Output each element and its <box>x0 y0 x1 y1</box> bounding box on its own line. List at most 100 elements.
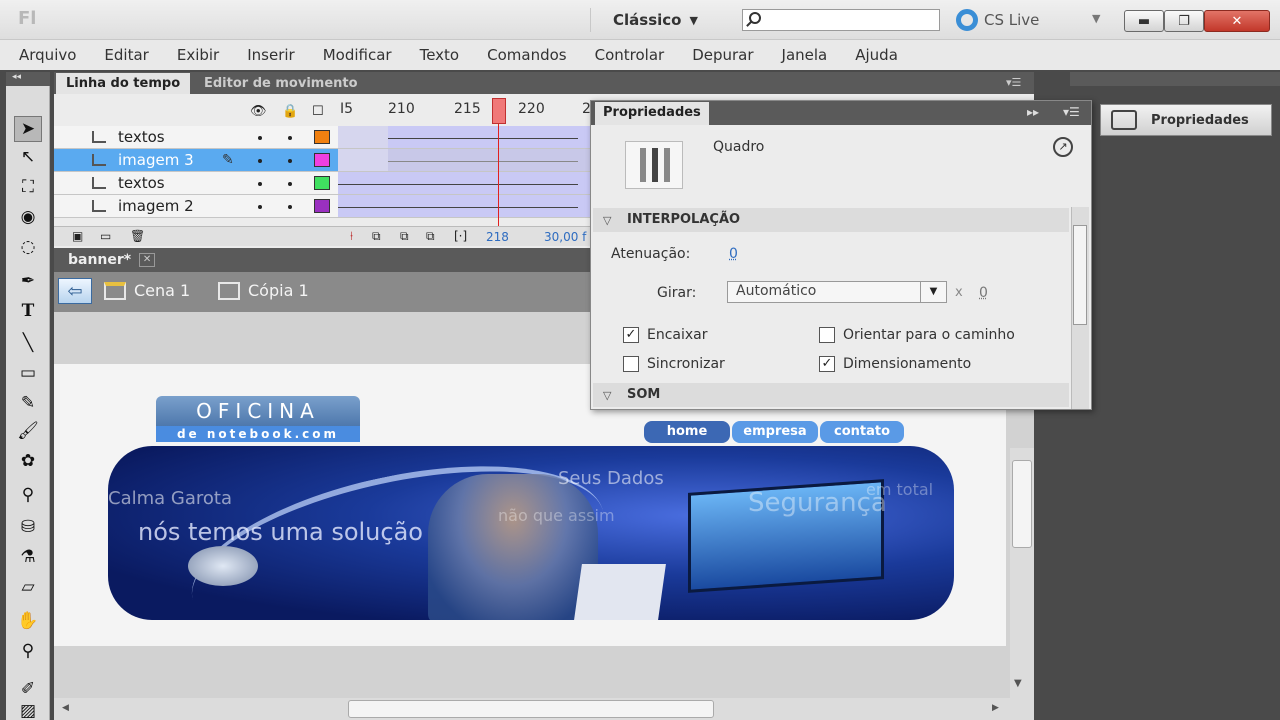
search-input[interactable] <box>767 11 937 29</box>
menu-texto[interactable]: Texto <box>420 46 460 64</box>
brush-tool-icon[interactable]: 🖌 <box>14 418 42 444</box>
rectangle-tool-icon[interactable]: ▭ <box>14 360 42 386</box>
menu-inserir[interactable]: Inserir <box>247 46 294 64</box>
atenuacao-value[interactable]: 0 <box>729 246 738 262</box>
orientar-checkbox[interactable]: Orientar para o caminho <box>819 327 1017 343</box>
selection-tool-icon[interactable]: ➤ <box>14 116 42 142</box>
dimensionamento-checkbox[interactable]: ✓ Dimensionamento <box>819 356 971 372</box>
eraser-tool-icon[interactable]: ▱ <box>14 574 42 600</box>
lock-dot[interactable] <box>288 205 292 209</box>
hero-banner[interactable]: Calma Garota nós temos uma solução Seus … <box>108 446 954 620</box>
section-som[interactable]: ▽ SOM <box>593 383 1069 407</box>
lock-dot[interactable] <box>288 159 292 163</box>
current-frame[interactable]: 218 <box>486 230 509 244</box>
toolbar-collapse-handle[interactable]: ◂◂ <box>6 72 50 86</box>
onion-markers-icon[interactable]: [·] <box>454 229 467 243</box>
layer-color-swatch[interactable] <box>314 130 330 144</box>
menu-modificar[interactable]: Modificar <box>323 46 392 64</box>
panel-menu-icon[interactable]: ▾☰ <box>1006 76 1021 89</box>
breadcrumb-scene[interactable]: Cena 1 <box>104 281 190 300</box>
center-frame-icon[interactable]: ⍿ <box>350 229 353 244</box>
layer-frames[interactable] <box>338 195 590 217</box>
visibility-dot[interactable] <box>258 205 262 209</box>
nav-empresa-button[interactable]: empresa <box>732 421 818 443</box>
nav-contato-button[interactable]: contato <box>820 421 904 443</box>
delete-icon[interactable]: 🗑 <box>130 229 145 243</box>
frame-rate[interactable]: 30,00 f <box>544 230 586 244</box>
vertical-scroll-thumb[interactable] <box>1012 460 1032 548</box>
lock-dot[interactable] <box>288 182 292 186</box>
girar-select[interactable]: Automático ▼ <box>727 281 947 303</box>
edit-multiple-icon[interactable]: ⧉ <box>426 229 435 244</box>
free-transform-tool-icon[interactable]: ⛶ <box>14 174 42 200</box>
cs-live-button[interactable]: CS Live <box>956 9 1039 31</box>
lasso-tool-icon[interactable]: ◌ <box>14 234 42 260</box>
new-folder-icon[interactable]: ▭ <box>100 229 111 243</box>
line-tool-icon[interactable]: ╲ <box>14 330 42 356</box>
close-button[interactable]: ✕ <box>1204 10 1270 32</box>
scroll-down-icon[interactable]: ▼ <box>1014 678 1022 689</box>
checkbox-checked[interactable]: ✓ <box>623 327 639 343</box>
chevron-down-icon[interactable]: ▼ <box>1092 12 1100 25</box>
horizontal-scroll-thumb[interactable] <box>348 700 714 718</box>
layer-color-swatch[interactable] <box>314 199 330 213</box>
new-layer-icon[interactable]: ▣ <box>72 229 83 243</box>
encaixar-checkbox[interactable]: ✓ Encaixar <box>623 327 708 343</box>
menu-arquivo[interactable]: Arquivo <box>19 46 76 64</box>
workspace-selector[interactable]: Clássico ▼ <box>590 8 698 32</box>
deco-tool-icon[interactable]: ✿ <box>14 448 42 474</box>
back-button[interactable]: ⇦ <box>58 278 92 304</box>
girar-count[interactable]: 0 <box>979 285 988 301</box>
layer-frames[interactable] <box>338 149 590 171</box>
tab-motion-editor[interactable]: Editor de movimento <box>194 73 368 94</box>
lock-dot[interactable] <box>288 136 292 140</box>
layer-row[interactable]: textos <box>54 172 590 195</box>
menu-ajuda[interactable]: Ajuda <box>855 46 898 64</box>
right-panel-header[interactable] <box>1070 72 1280 86</box>
tab-timeline[interactable]: Linha do tempo <box>56 73 191 94</box>
text-tool-icon[interactable]: T <box>14 298 42 324</box>
search-box[interactable] <box>742 9 940 31</box>
properties-scroll-thumb[interactable] <box>1073 225 1087 325</box>
eyedropper-tool-icon[interactable]: ⚗ <box>14 544 42 570</box>
properties-panel-button[interactable]: Propriedades <box>1100 104 1272 136</box>
eye-icon[interactable]: 👁 <box>250 104 267 119</box>
layer-row[interactable]: imagem 2 <box>54 195 590 218</box>
hand-tool-icon[interactable]: ✋ <box>14 608 42 634</box>
layer-color-swatch[interactable] <box>314 153 330 167</box>
checkbox-unchecked[interactable] <box>623 356 639 372</box>
lock-icon[interactable]: 🔒 <box>282 104 298 119</box>
menu-exibir[interactable]: Exibir <box>177 46 219 64</box>
playhead[interactable] <box>492 98 506 124</box>
layer-row[interactable]: imagem 3 ✎ <box>54 149 590 172</box>
checkbox-unchecked[interactable] <box>819 327 835 343</box>
checkbox-checked[interactable]: ✓ <box>819 356 835 372</box>
visibility-dot[interactable] <box>258 136 262 140</box>
breadcrumb-symbol[interactable]: Cópia 1 <box>218 281 309 300</box>
layer-frames[interactable] <box>338 172 590 194</box>
pen-tool-icon[interactable]: ✒ <box>14 268 42 294</box>
outline-icon[interactable]: ☐ <box>312 104 324 119</box>
sincronizar-checkbox[interactable]: Sincronizar <box>623 356 725 372</box>
subselection-tool-icon[interactable]: ↖ <box>14 144 42 170</box>
pencil-tool-icon[interactable]: ✎ <box>14 390 42 416</box>
onion-outline-icon[interactable]: ⧉ <box>400 229 409 244</box>
onion-skin-icon[interactable]: ⧉ <box>372 229 381 244</box>
section-interpolacao[interactable]: ▽ INTERPOLAÇÃO <box>593 208 1069 232</box>
layer-row[interactable]: textos <box>54 126 590 149</box>
3d-rotation-tool-icon[interactable]: ◉ <box>14 204 42 230</box>
scroll-left-icon[interactable]: ◀ <box>62 703 69 713</box>
close-icon[interactable]: ✕ <box>139 253 156 267</box>
visibility-dot[interactable] <box>258 182 262 186</box>
collapse-icon[interactable]: ▸▸ <box>1027 105 1039 119</box>
menu-depurar[interactable]: Depurar <box>692 46 753 64</box>
fill-color-icon[interactable]: ▨ <box>14 698 42 720</box>
menu-janela[interactable]: Janela <box>782 46 828 64</box>
menu-comandos[interactable]: Comandos <box>487 46 566 64</box>
frame-ruler[interactable]: I5 210 215 220 2 <box>338 96 591 124</box>
minimize-button[interactable]: ▬ <box>1124 10 1164 32</box>
menu-controlar[interactable]: Controlar <box>595 46 665 64</box>
layer-frames[interactable] <box>338 126 590 148</box>
nav-home-button[interactable]: home <box>644 421 730 443</box>
layer-color-swatch[interactable] <box>314 176 330 190</box>
